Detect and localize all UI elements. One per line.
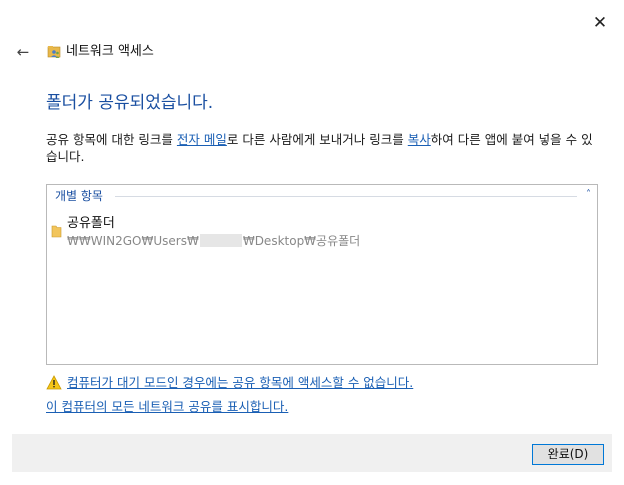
window-title: 네트워크 액세스 <box>66 44 154 59</box>
description-text-1: 공유 항목에 대한 링크를 <box>46 132 177 147</box>
group-header[interactable]: 개별 항목 <box>55 188 103 204</box>
path-prefix: ₩₩WIN2GO₩Users₩ <box>67 234 199 248</box>
share-description: 공유 항목에 대한 링크를 전자 메일로 다른 사람에게 보내거나 링크를 복사… <box>46 131 602 165</box>
collapse-icon[interactable]: ˄ <box>586 187 591 203</box>
page-heading: 폴더가 공유되었습니다. <box>46 93 214 113</box>
email-link[interactable]: 전자 메일 <box>177 132 227 147</box>
shared-item-path: ₩₩WIN2GO₩Users₩ ₩Desktop₩공유폴더 <box>67 233 360 249</box>
folder-icon <box>51 225 62 238</box>
group-divider <box>115 196 577 197</box>
done-button[interactable]: 완료(D) <box>532 444 604 465</box>
close-button[interactable]: ✕ <box>588 12 612 34</box>
footer-bar <box>12 434 612 472</box>
path-suffix: ₩Desktop₩공유폴더 <box>242 234 361 248</box>
show-all-shares-link[interactable]: 이 컴퓨터의 모든 네트워크 공유를 표시합니다. <box>46 398 288 415</box>
redacted-username <box>199 234 242 247</box>
description-text-2: 로 다른 사람에게 보내거나 링크를 <box>226 132 408 147</box>
shared-items-list[interactable]: 개별 항목 ˄ 공유폴더 ₩₩WIN2GO₩Users₩ ₩Desktop₩공유폴… <box>46 184 598 365</box>
copy-link[interactable]: 복사 <box>408 132 431 147</box>
shared-item-name[interactable]: 공유폴더 <box>67 215 115 232</box>
standby-warning-link[interactable]: 컴퓨터가 대기 모드인 경우에는 공유 항목에 액세스할 수 없습니다. <box>67 374 413 391</box>
back-arrow-icon[interactable]: ← <box>12 42 34 62</box>
warning-icon <box>46 375 62 390</box>
network-share-icon <box>47 46 61 58</box>
